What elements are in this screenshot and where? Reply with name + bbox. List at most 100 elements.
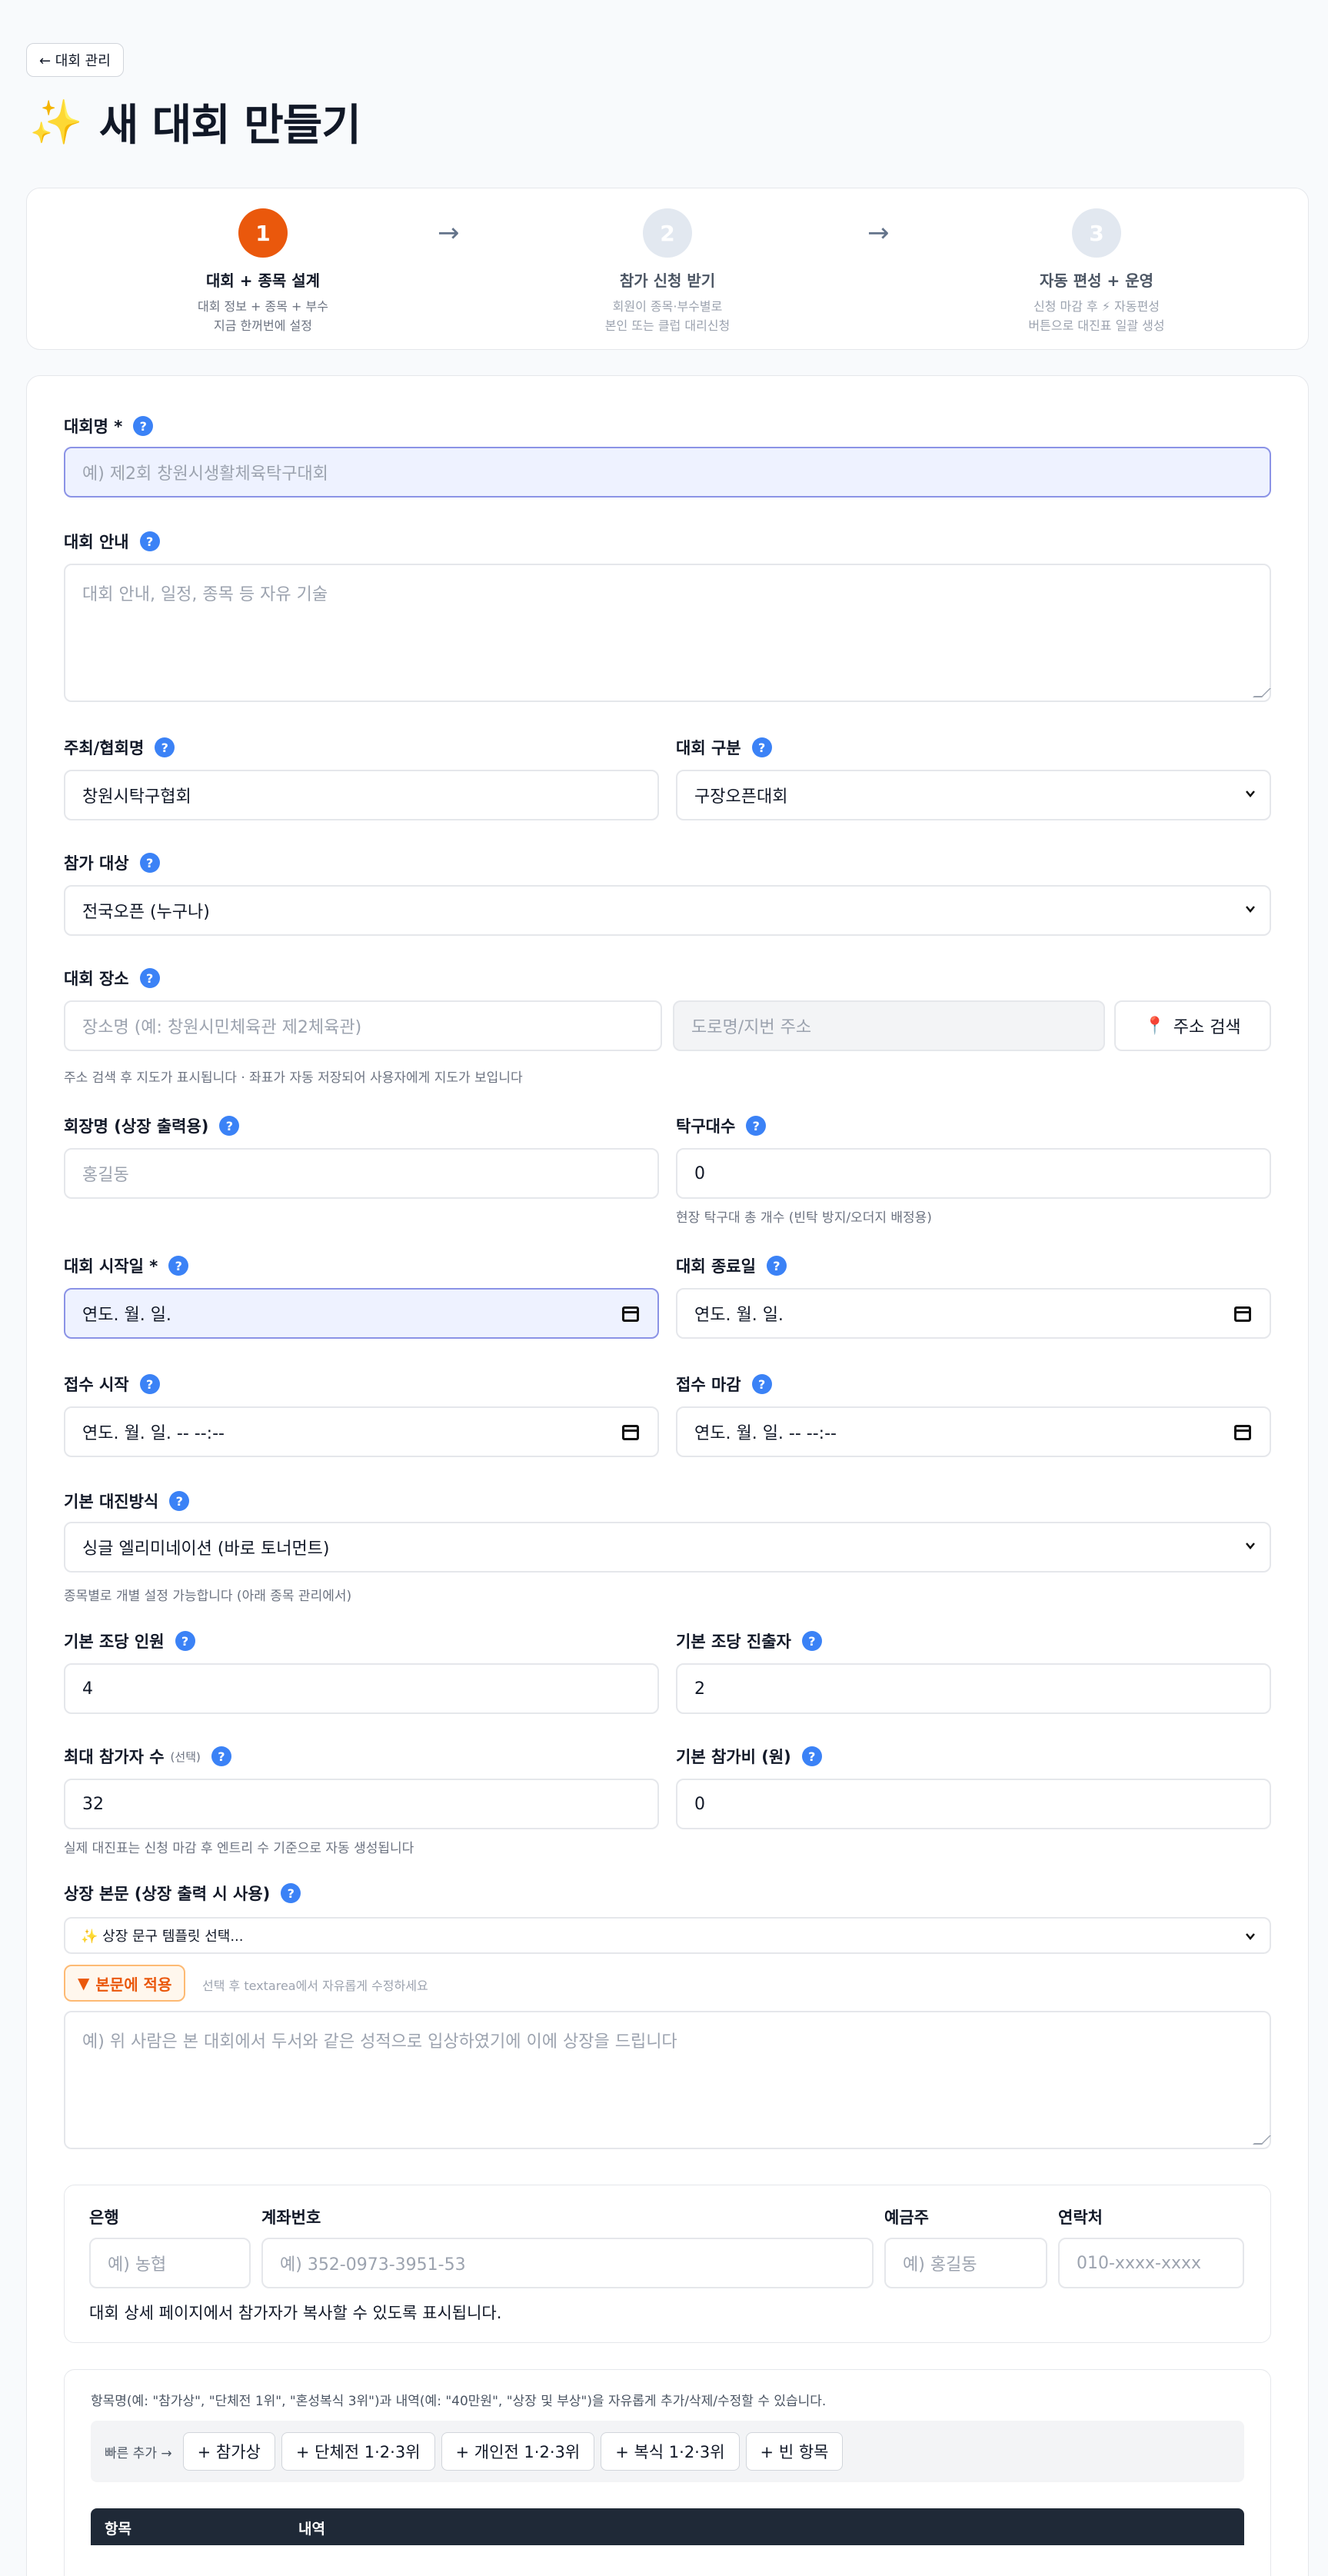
help-icon[interactable]: ? [168,1256,189,1276]
help-icon[interactable]: ? [139,853,160,873]
help-icon[interactable]: ? [139,968,160,988]
page-title-text: 새 대회 만들기 [98,101,361,151]
fee-input[interactable]: 0 [676,1779,1271,1829]
format-label: 기본 대진방식? [64,1489,190,1513]
step-2: 2 참가 신청 받기 회원이 종목·부수별로 본인 또는 클럽 대리신청 [514,208,821,335]
holder-input[interactable]: 예) 홍길동 [884,2238,1047,2288]
target-label: 참가 대상? [64,851,160,874]
step-desc: 신청 마감 후 ⚡ 자동편성 버튼으로 대진표 일괄 생성 [1028,299,1165,333]
prizes-section: 항목명(예: "참가상", "단체전 1위", "혼성복식 3위")과 내역(예… [64,2369,1271,2576]
quick-add-row: 빠른 추가 → + 참가상 + 단체전 1·2·3위 + 개인전 1·2·3위 … [91,2421,1244,2482]
step-desc: 회원이 종목·부수별로 본인 또는 클럽 대리신청 [604,299,731,333]
help-icon[interactable]: ? [801,1631,822,1651]
step-title: 대회 + 종목 설계 [205,271,321,290]
category-label: 대회 구분? [676,736,772,759]
help-icon[interactable]: ? [139,531,160,551]
help-icon[interactable]: ? [219,1116,240,1136]
sparkles-icon: ✨ [29,97,83,148]
add-doubles-prize-button[interactable]: + 복식 1·2·3위 [601,2432,740,2471]
start-date-label: 대회 시작일 *? [64,1254,189,1277]
bank-input[interactable]: 예) 농협 [89,2238,251,2288]
apply-template-button[interactable]: ▼ 본문에 적용 [64,1965,186,2002]
host-label: 주최/협회명? [64,736,175,759]
help-icon[interactable]: ? [139,1374,160,1394]
help-icon[interactable]: ? [751,1374,772,1394]
add-empty-row-button[interactable]: + 빈 항목 [745,2432,844,2471]
chevron-down-icon [1246,1933,1255,1940]
add-singles-prize-button[interactable]: + 개인전 1·2·3위 [441,2432,595,2471]
chair-label: 회장명 (상장 출력용)? [64,1114,240,1137]
resize-handle-icon[interactable] [1253,2135,1271,2145]
col-item: 항목 [105,2521,131,2538]
bank-label: 은행 [89,2208,119,2227]
intro-textarea[interactable]: 대회 안내, 일정, 종목 등 자유 기술 [64,564,1271,702]
calendar-icon[interactable] [622,1306,639,1322]
award-textarea[interactable]: 예) 위 사람은 본 대회에서 두서와 같은 성적으로 입상하였기에 이에 상장… [64,2011,1271,2149]
calendar-icon[interactable] [622,1425,639,1440]
step-desc: 대회 정보 + 종목 + 부수 지금 한꺼번에 설정 [197,299,328,333]
format-select[interactable]: 싱글 엘리미네이션 (바로 토너먼트) [64,1522,1271,1573]
help-icon[interactable]: ? [746,1116,767,1136]
prizes-desc: 항목명(예: "참가상", "단체전 1위", "혼성복식 3위")과 내역(예… [91,2394,827,2409]
help-icon[interactable]: ? [175,1631,195,1651]
tournament-form: 대회명 *? 예) 제2회 창원시생활체육탁구대회 대회 안내? 대회 안내, … [26,375,1309,2576]
tournament-name-input[interactable]: 예) 제2회 창원시생활체육탁구대회 [64,447,1271,498]
arrow-right-icon: → [438,218,460,248]
bank-account-section: 은행 예) 농협 계좌번호 예) 352-0973-3951-53 예금주 예)… [64,2185,1271,2343]
add-team-prize-button[interactable]: + 단체전 1·2·3위 [281,2432,435,2471]
venue-input[interactable]: 장소명 (예: 창원시민체육관 제2체육관) [64,1000,662,1051]
max-hint: 실제 대진표는 신청 마감 후 엔트리 수 기준으로 자동 생성됩니다 [64,1841,414,1856]
arrow-right-icon: → [867,218,890,248]
reg-end-label: 접수 마감? [676,1373,772,1396]
reg-start-input[interactable]: 연도. 월. 일. -- --:-- [64,1406,659,1457]
holder-label: 예금주 [884,2208,929,2227]
help-icon[interactable]: ? [155,737,175,757]
end-date-input[interactable]: 연도. 월. 일. [676,1288,1271,1339]
step-1: 1 대회 + 종목 설계 대회 정보 + 종목 + 부수 지금 한꺼번에 설정 [109,208,417,335]
group-size-input[interactable]: 4 [64,1663,659,1714]
advance-label: 기본 조당 진출자? [676,1629,822,1652]
address-input: 도로명/지번 주소 [673,1000,1105,1051]
triangle-down-icon: ▼ [78,1974,90,1992]
calendar-icon[interactable] [1234,1425,1251,1440]
account-input[interactable]: 예) 352-0973-3951-53 [261,2238,874,2288]
start-date-input[interactable]: 연도. 월. 일. [64,1288,659,1339]
category-select[interactable]: 구장오픈대회 [676,770,1271,820]
help-icon[interactable]: ? [169,1491,190,1511]
help-icon[interactable]: ? [211,1746,231,1766]
calendar-icon[interactable] [1234,1306,1251,1322]
help-icon[interactable]: ? [281,1883,301,1903]
resize-handle-icon[interactable] [1253,688,1271,697]
step-3: 3 자동 편성 + 운영 신청 마감 후 ⚡ 자동편성 버튼으로 대진표 일괄 생… [943,208,1250,335]
step-number: 3 [1072,208,1121,258]
contact-input[interactable]: 010-xxxx-xxxx [1058,2238,1244,2288]
reg-start-label: 접수 시작? [64,1373,160,1396]
help-icon[interactable]: ? [801,1746,822,1766]
bank-note: 대회 상세 페이지에서 참가자가 복사할 수 있도록 표시됩니다. [89,2304,502,2322]
help-icon[interactable]: ? [751,737,772,757]
tables-hint: 현장 탁구대 총 개수 (빈탁 방지/오더지 배정용) [676,1210,932,1226]
intro-label: 대회 안내? [64,530,160,553]
step-number: 2 [643,208,692,258]
tables-input[interactable]: 0 [676,1148,1271,1199]
add-participation-prize-button[interactable]: + 참가상 [182,2432,275,2471]
help-icon[interactable]: ? [766,1256,787,1276]
max-participants-input[interactable]: 32 [64,1779,659,1829]
chevron-down-icon [1246,906,1255,913]
host-input[interactable]: 창원시탁구협회 [64,770,659,820]
venue-hint: 주소 검색 후 지도가 표시됩니다 · 좌표가 자동 저장되어 사용자에게 지도… [64,1070,523,1086]
address-search-button[interactable]: 📍 주소 검색 [1114,1000,1271,1051]
contact-label: 연락처 [1058,2208,1103,2227]
back-button[interactable]: ← 대회 관리 [26,43,124,77]
advance-input[interactable]: 2 [676,1663,1271,1714]
award-template-select[interactable]: ✨ 상장 문구 템플릿 선택... [64,1917,1271,1954]
help-icon[interactable]: ? [133,416,154,436]
target-select[interactable]: 전국오픈 (누구나) [64,885,1271,936]
apply-hint: 선택 후 textarea에서 자유롭게 수정하세요 [202,1979,428,1993]
reg-end-input[interactable]: 연도. 월. 일. -- --:-- [676,1406,1271,1457]
end-date-label: 대회 종료일? [676,1254,787,1277]
chair-input[interactable]: 홍길동 [64,1148,659,1199]
chevron-down-icon [1246,1543,1255,1549]
step-indicator: 1 대회 + 종목 설계 대회 정보 + 종목 + 부수 지금 한꺼번에 설정 →… [26,188,1309,350]
venue-label: 대회 장소? [64,967,160,990]
